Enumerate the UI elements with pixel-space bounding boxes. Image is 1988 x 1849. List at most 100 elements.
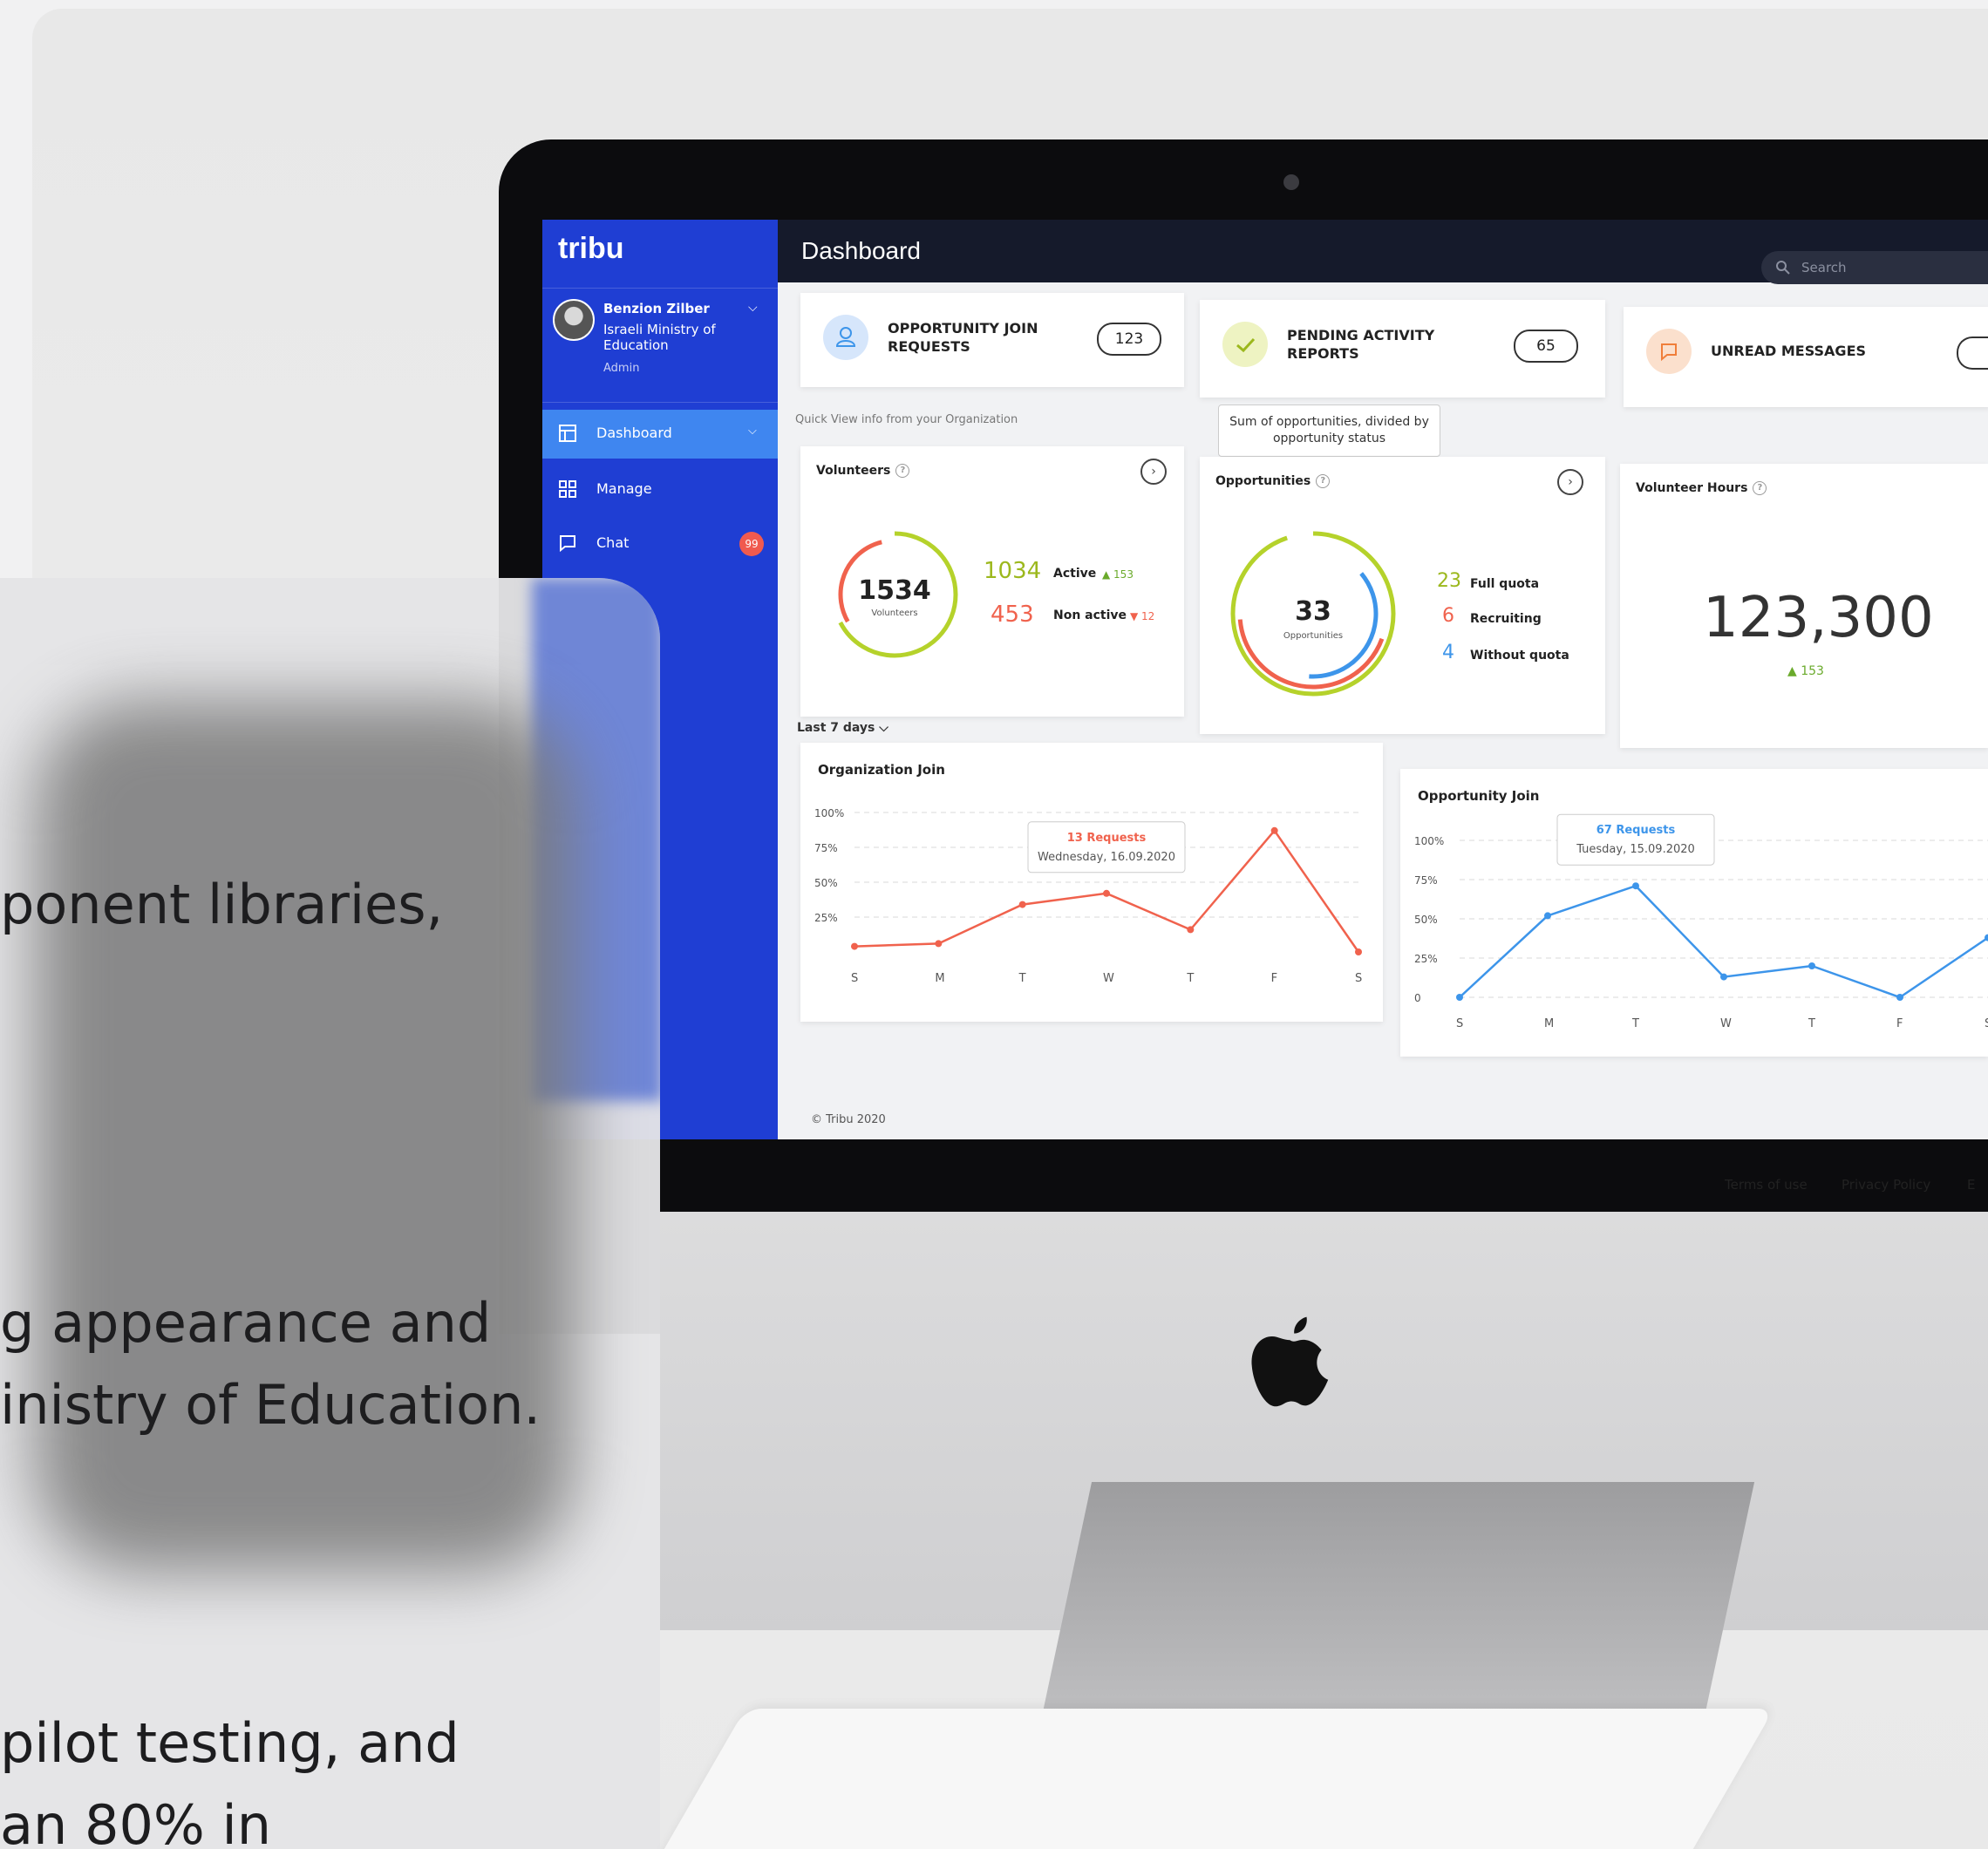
- search-input[interactable]: Search: [1761, 251, 1988, 284]
- sidebar-item-dashboard[interactable]: Dashboard ⌵: [542, 410, 778, 459]
- full-quota-value: 23: [1437, 570, 1461, 592]
- volunteers-card: Volunteers? › 1534 Volunteers 1034 Activ…: [800, 446, 1184, 717]
- x-tick-label: F: [1271, 972, 1277, 985]
- x-tick-label: S: [1456, 1017, 1463, 1030]
- help-icon[interactable]: ?: [1753, 481, 1767, 495]
- panel-title: Volunteer Hours?: [1636, 481, 1767, 495]
- user-org: Israeli Ministry of Education: [603, 322, 716, 353]
- arrow-right-icon[interactable]: ›: [1557, 469, 1583, 495]
- x-tick-label: S: [1355, 972, 1362, 985]
- opportunity-join-chart: Opportunity Join 100%75%50%25%0SMTWTFS67…: [1400, 769, 1988, 1057]
- data-point[interactable]: [1103, 889, 1110, 897]
- page-title: Dashboard: [801, 237, 921, 264]
- data-point[interactable]: [1355, 948, 1362, 955]
- sidebar-item-label: Dashboard: [596, 425, 672, 441]
- panel-title: Opportunities?: [1215, 474, 1331, 488]
- date-range-select[interactable]: Last 7 days ⌵: [797, 721, 888, 735]
- stat-card-unread-messages[interactable]: UNREAD MESSAGES: [1624, 307, 1988, 407]
- y-tick-label: 0: [1414, 992, 1421, 1004]
- app-logo: tribu: [558, 232, 624, 265]
- y-tick-label: 100%: [814, 807, 844, 819]
- stat-card-pending-reports[interactable]: PENDING ACTIVITY REPORTS 65: [1200, 300, 1605, 398]
- data-point[interactable]: [1456, 994, 1463, 1001]
- data-point[interactable]: [1544, 912, 1551, 920]
- x-tick-label: T: [1018, 972, 1026, 985]
- sidebar-item-manage[interactable]: Manage: [542, 466, 778, 514]
- without-quota-label: Without quota: [1470, 649, 1569, 663]
- data-point[interactable]: [1720, 973, 1727, 981]
- chart-tooltip: [1556, 813, 1715, 866]
- panel-title-text: Volunteer Hours: [1636, 481, 1748, 495]
- y-tick-label: 75%: [1414, 874, 1438, 887]
- blurred-overlay-card: ponent libraries, g appearance and inist…: [0, 578, 660, 1849]
- chat-icon: [560, 535, 575, 553]
- apple-logo-icon: [1251, 1316, 1329, 1407]
- data-point[interactable]: [1187, 926, 1195, 934]
- user-icon: [823, 315, 868, 360]
- recruiting-value: 6: [1442, 605, 1454, 627]
- opportunity-join-plot: 100% 75% 50% 25% 0 S M T W T F S 67 Requests Tuesday,…: [1414, 813, 1988, 1030]
- data-point[interactable]: [1018, 901, 1026, 908]
- organization-join-plot: 100% 75% 50% 25% S M T W T F S 13 Requests Wednesday…: [814, 807, 1362, 985]
- data-point[interactable]: [1808, 962, 1815, 969]
- sidebar-item-label: Chat: [596, 534, 630, 551]
- x-tick-label: S: [1985, 1017, 1988, 1030]
- footer-copyright: © Tribu 2020: [811, 1113, 886, 1126]
- help-icon[interactable]: ?: [1316, 474, 1331, 488]
- volunteers-caption: Volunteers: [871, 608, 918, 618]
- stat-card-join-requests[interactable]: OPPORTUNITY JOIN REQUESTS 123: [800, 293, 1184, 387]
- nonactive-value: 453: [991, 602, 1034, 628]
- y-tick-label: 100%: [1414, 835, 1444, 847]
- keyboard: [644, 1709, 1774, 1849]
- full-quota-label: Full quota: [1470, 577, 1540, 591]
- search-placeholder: Search: [1801, 260, 1847, 275]
- x-tick-label: W: [1720, 1017, 1732, 1030]
- quick-view-caption: Quick View info from your Organization: [795, 413, 1018, 426]
- nonactive-delta: ▼ 12: [1130, 610, 1155, 622]
- overlay-text-line: an 80% in: [0, 1793, 272, 1849]
- camera: [1283, 174, 1299, 190]
- help-icon[interactable]: ?: [895, 464, 910, 478]
- y-tick-label: 75%: [814, 842, 838, 854]
- y-tick-label: 25%: [814, 912, 838, 924]
- chevron-down-icon[interactable]: ⌵: [748, 301, 758, 315]
- footer-link-partial[interactable]: E: [1967, 1177, 1975, 1193]
- user-profile[interactable]: Benzion Zilber Israeli Ministry of Educa…: [542, 288, 778, 403]
- opportunities-total: 33: [1295, 596, 1331, 627]
- overlay-text-line: ponent libraries,: [0, 873, 444, 936]
- data-point[interactable]: [1896, 994, 1903, 1001]
- panel-title-text: Opportunities: [1215, 474, 1311, 488]
- x-tick-label: M: [935, 972, 944, 985]
- data-point[interactable]: [1632, 882, 1639, 890]
- volunteer-hours-value: 123,300: [1703, 586, 1934, 650]
- tooltip-title: 67 Requests: [1597, 824, 1676, 837]
- x-tick-label: S: [851, 972, 858, 985]
- data-point[interactable]: [851, 942, 858, 950]
- avatar: [553, 299, 595, 341]
- volunteer-hours-card: Volunteer Hours? 123,300 ▲ 153: [1620, 464, 1988, 748]
- x-tick-label: M: [1544, 1017, 1554, 1030]
- x-tick-label: T: [1186, 972, 1194, 985]
- data-point[interactable]: [1270, 826, 1278, 834]
- privacy-link[interactable]: Privacy Policy: [1842, 1177, 1930, 1193]
- x-tick-label: F: [1896, 1017, 1903, 1030]
- active-value: 1034: [984, 558, 1042, 584]
- chart-tooltip: [1027, 821, 1186, 874]
- top-bar: Dashboard Search: [778, 220, 1988, 284]
- without-quota-value: 4: [1442, 642, 1454, 663]
- x-tick-label: W: [1103, 972, 1114, 985]
- overlay-text-line: pilot testing, and: [0, 1711, 460, 1775]
- opportunities-tooltip: Sum of opportunities, divided by opportu…: [1218, 404, 1440, 457]
- stat-count: [1957, 336, 1988, 370]
- user-role: Admin: [603, 362, 640, 375]
- terms-link[interactable]: Terms of use: [1725, 1177, 1808, 1193]
- data-point[interactable]: [935, 940, 943, 948]
- chat-badge: 99: [739, 532, 764, 556]
- arrow-right-icon[interactable]: ›: [1140, 459, 1167, 485]
- volunteers-total: 1534: [858, 575, 931, 606]
- opportunities-card: Opportunities? › 33 Opportunities 23 Ful…: [1200, 457, 1605, 734]
- sidebar-item-chat[interactable]: Chat 99: [542, 520, 778, 568]
- active-label: Active: [1053, 567, 1097, 581]
- stat-label: OPPORTUNITY JOIN REQUESTS: [888, 320, 1038, 355]
- panel-title-text: Volunteers: [816, 464, 891, 478]
